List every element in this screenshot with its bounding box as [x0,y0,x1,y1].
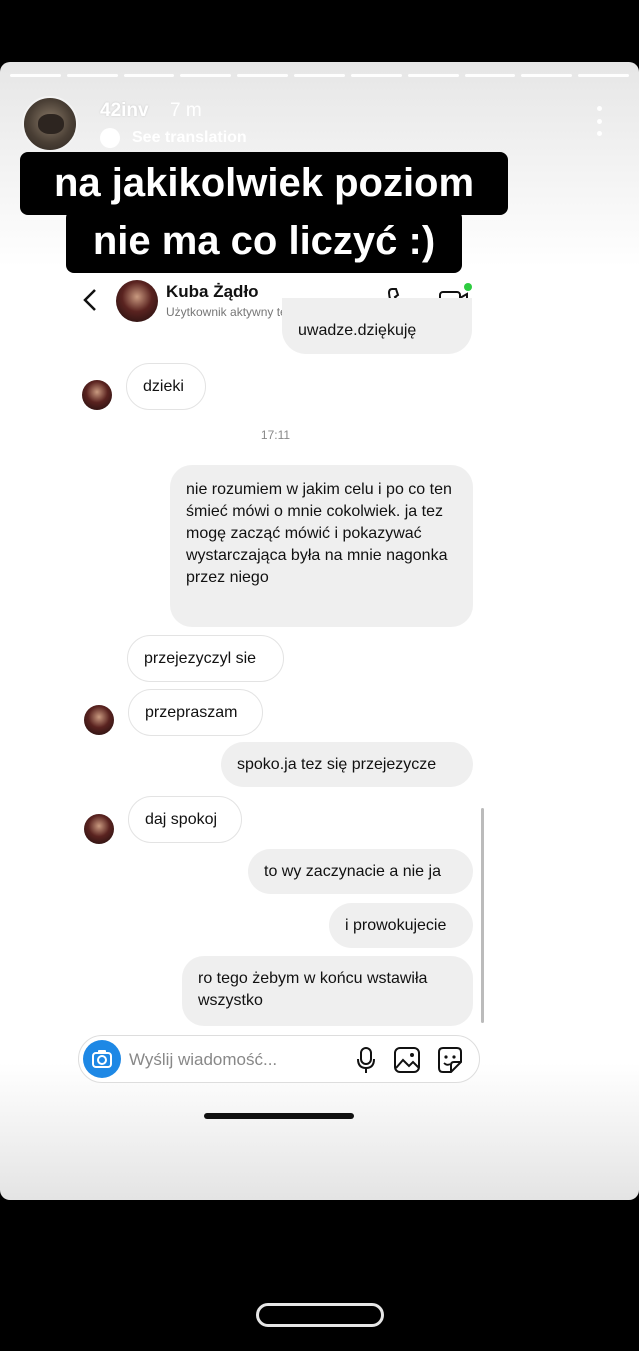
microphone-icon[interactable] [355,1046,377,1074]
message-timestamp: 17:11 [260,428,291,442]
contact-mini-avatar [82,380,112,410]
contact-name[interactable]: Kuba Żądło [166,282,259,302]
back-chevron-icon[interactable] [82,288,98,312]
message-bubble-outgoing: i prowokujecie [329,903,473,948]
sticker-icon[interactable] [435,1046,463,1074]
more-options-icon[interactable] [595,106,603,136]
message-text: to wy zaczynacie a nie ja [264,863,441,880]
story-time: 7 m [170,100,202,121]
message-text: przejezyczyl sie [144,650,257,667]
message-text: daj spokoj [145,811,218,828]
message-bubble-outgoing: ro tego żebym w końcu wstawiła wszystko [182,956,473,1026]
translate-icon [100,128,120,148]
message-text: ro tego żebym w końcu wstawiła wszystko [198,970,428,1009]
message-text: przepraszam [145,704,238,721]
scrollbar[interactable] [481,808,484,1023]
contact-mini-avatar [84,814,114,844]
message-text: spoko.ja tez się przejezycze [237,756,437,773]
message-bubble-outgoing: nie rozumiem w jakim celu i po co ten śm… [170,465,473,627]
message-bubble-incoming: przejezyczyl sie [127,635,284,682]
message-text: i prowokujecie [345,917,447,934]
message-text: nie rozumiem w jakim celu i po co ten śm… [186,481,452,586]
caption-line-2: nie ma co liczyć :) [66,210,462,273]
message-bubble-incoming: daj spokoj [128,796,242,843]
message-bubble-outgoing: uwadze.dziękuję [282,298,472,354]
see-translation-link[interactable]: See translation [132,129,247,147]
message-composer [78,1035,480,1083]
story-frame: 42inv 7 m See translation na jakikolwiek… [0,62,639,1200]
contact-mini-avatar [84,705,114,735]
message-bubble-outgoing: to wy zaczynacie a nie ja [248,849,473,894]
message-bubble-outgoing: spoko.ja tez się przejezycze [221,742,473,787]
story-progress-bar [10,74,629,77]
message-text: dzieki [143,378,184,395]
contact-avatar[interactable] [116,280,158,322]
story-author-avatar[interactable] [22,96,78,152]
message-text: uwadze.dziękuję [298,322,417,339]
system-home-pill[interactable] [256,1303,384,1327]
story-username[interactable]: 42inv [100,100,149,122]
gallery-icon[interactable] [393,1046,421,1074]
message-input[interactable] [129,1046,349,1074]
caption-line-1: na jakikolwiek poziom [20,152,508,215]
camera-icon [92,1050,112,1068]
home-indicator [204,1113,354,1119]
story-header: 42inv 7 m See translation [22,96,617,152]
active-status-dot [464,283,472,291]
message-bubble-incoming: dzieki [126,363,206,410]
camera-button[interactable] [83,1040,121,1078]
message-bubble-incoming: przepraszam [128,689,263,736]
